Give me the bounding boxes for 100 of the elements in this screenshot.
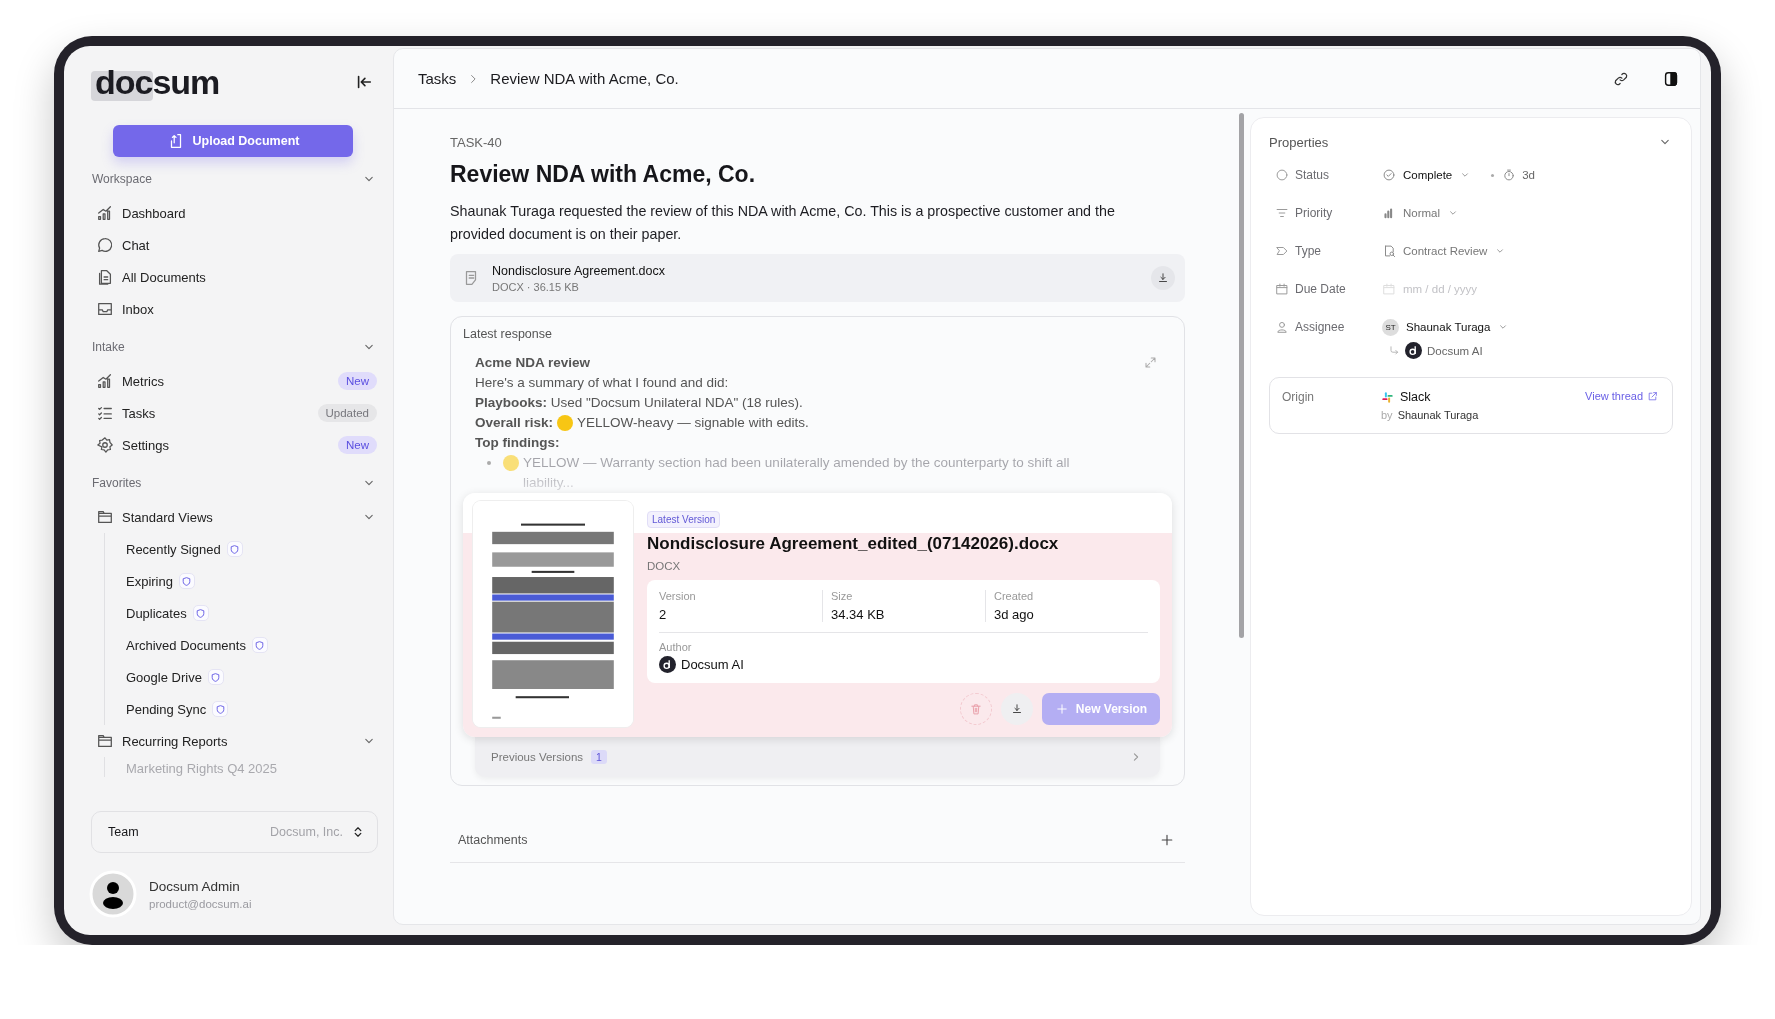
shield-icon — [212, 701, 229, 717]
field-label: Version — [659, 590, 697, 602]
section-heading: Intake — [92, 340, 125, 354]
calendar-icon — [1382, 282, 1396, 296]
status-badge: Updated — [317, 404, 377, 422]
nav-item[interactable]: Inbox — [89, 293, 383, 325]
nav-item[interactable]: Tasks Updated — [89, 397, 383, 429]
separator-dot — [1491, 173, 1495, 177]
nav-item[interactable]: Dashboard — [89, 197, 383, 229]
view-item[interactable]: Duplicates — [126, 605, 187, 621]
expand-icon[interactable] — [1143, 355, 1158, 370]
avatar-icon[interactable] — [89, 870, 137, 918]
avatar-icon — [659, 656, 676, 673]
user-name: Docsum Admin — [149, 878, 241, 894]
property-label: Type — [1295, 244, 1321, 258]
bar-chart-icon — [96, 204, 114, 222]
team-switcher[interactable]: Team Docsum, Inc. — [91, 811, 378, 853]
person-icon — [1275, 320, 1289, 334]
panel-title: Properties — [1269, 134, 1329, 150]
shield-icon — [226, 541, 243, 557]
view-item[interactable]: Google Drive — [126, 669, 202, 685]
circle-icon — [1275, 168, 1289, 182]
panel-toggle-icon[interactable] — [1662, 69, 1680, 88]
breadcrumb[interactable]: Tasks — [418, 70, 457, 87]
corner-arrow-icon — [1388, 344, 1400, 357]
bullet — [487, 461, 491, 465]
findings-label: Top findings: — [475, 434, 560, 452]
task-description: Shaunak Turaga requested the review of this NDA with Acme, Co. This is a prospective customer and the provided document is on their paper. — [450, 202, 1116, 244]
download-button[interactable] — [1001, 693, 1033, 725]
version-badge: Latest Version — [647, 511, 721, 528]
previous-versions-bar[interactable]: Previous Versions 1 — [475, 737, 1160, 777]
nav-item[interactable]: Settings New — [89, 429, 383, 461]
bar-chart-icon — [96, 372, 114, 390]
avatar-icon — [1405, 342, 1422, 359]
response-text: Playbooks: Used "Docsum Unilateral NDA" (18 rules). — [475, 394, 803, 412]
delegate-name: Docsum AI — [1427, 344, 1483, 357]
upload-button[interactable]: Upload Document — [113, 125, 353, 157]
status-select[interactable]: Complete — [1382, 162, 1472, 188]
file-card[interactable]: Nondisclosure Agreement.docx DOCX · 36.15 KB — [450, 254, 1185, 302]
file-name: Nondisclosure Agreement.docx — [492, 263, 665, 278]
add-icon[interactable] — [1159, 832, 1175, 848]
check-circle-icon — [1382, 168, 1396, 182]
field-value: 3d ago — [994, 607, 1035, 622]
download-button[interactable] — [1151, 266, 1175, 290]
view-item[interactable]: Archived Documents — [126, 637, 246, 653]
view-thread-link[interactable]: View thread — [1585, 390, 1658, 402]
checklist-icon — [96, 404, 114, 422]
folder-icon — [96, 508, 114, 526]
field-value: 34.34 KB — [831, 607, 886, 622]
file-type: DOCX — [647, 560, 682, 572]
document-search-icon — [1382, 244, 1396, 258]
assignee-select[interactable]: ST Shaunak Turaga — [1382, 314, 1510, 340]
property-label: Status — [1295, 168, 1330, 182]
collapse-sidebar-icon[interactable] — [355, 73, 373, 91]
task-title: Review NDA with Acme, Co. — [450, 161, 757, 188]
view-item[interactable]: Pending Sync — [126, 701, 207, 717]
download-icon — [1010, 702, 1024, 716]
download-icon — [1156, 271, 1170, 285]
view-item[interactable]: Recently Signed — [126, 541, 221, 557]
section-label: Latest response — [463, 327, 553, 341]
response-text: Here's a summary of what I found and did: — [475, 374, 729, 392]
status-badge: New — [338, 372, 377, 390]
nav-item[interactable]: Chat — [89, 229, 383, 261]
nav-item[interactable]: Metrics New — [89, 365, 383, 397]
calendar-icon — [1275, 282, 1289, 296]
risk-label: Overall risk: — [475, 414, 554, 432]
shield-icon — [192, 605, 209, 621]
filter-icon — [1275, 206, 1289, 220]
property-label: Assignee — [1295, 320, 1345, 334]
date-field[interactable]: mm / dd / yyyy — [1403, 283, 1523, 295]
file-name: Nondisclosure Agreement_edited_(07142026).docx — [647, 534, 1060, 554]
hash-logo-icon — [1381, 390, 1394, 404]
response-title: Acme NDA review — [475, 354, 591, 372]
scrollbar[interactable] — [1239, 113, 1244, 638]
property-label: Due Date — [1295, 282, 1346, 296]
folder-item[interactable]: Standard Views — [89, 501, 383, 533]
field-label: Author — [659, 641, 693, 653]
timer-icon — [1502, 168, 1517, 182]
folder-item[interactable]: Recurring Reports — [89, 725, 383, 757]
task-id: TASK-40 — [450, 135, 503, 150]
external-link-icon — [1647, 390, 1658, 402]
nav-item[interactable]: All Documents — [89, 261, 383, 293]
type-select[interactable]: Contract Review — [1382, 238, 1507, 264]
file-meta: DOCX · 36.15 KB — [492, 280, 580, 293]
shield-icon — [207, 669, 224, 685]
section-heading: Workspace — [92, 172, 152, 186]
chat-bubble-icon — [96, 236, 114, 254]
field-value: 2 — [659, 607, 668, 622]
shield-icon — [178, 573, 195, 589]
document-icon — [96, 268, 114, 286]
property-label: Priority — [1295, 206, 1333, 220]
count-badge: 1 — [591, 750, 607, 764]
view-item[interactable]: Expiring — [126, 573, 173, 589]
trash-icon — [969, 702, 983, 716]
author-name: Docsum AI — [681, 657, 744, 672]
section-heading: Favorites — [92, 476, 142, 490]
field-label: Size — [831, 590, 854, 602]
user-email: product@docsum.ai — [149, 897, 252, 910]
priority-select[interactable]: Normal — [1382, 200, 1460, 226]
status-badge: New — [338, 436, 377, 454]
